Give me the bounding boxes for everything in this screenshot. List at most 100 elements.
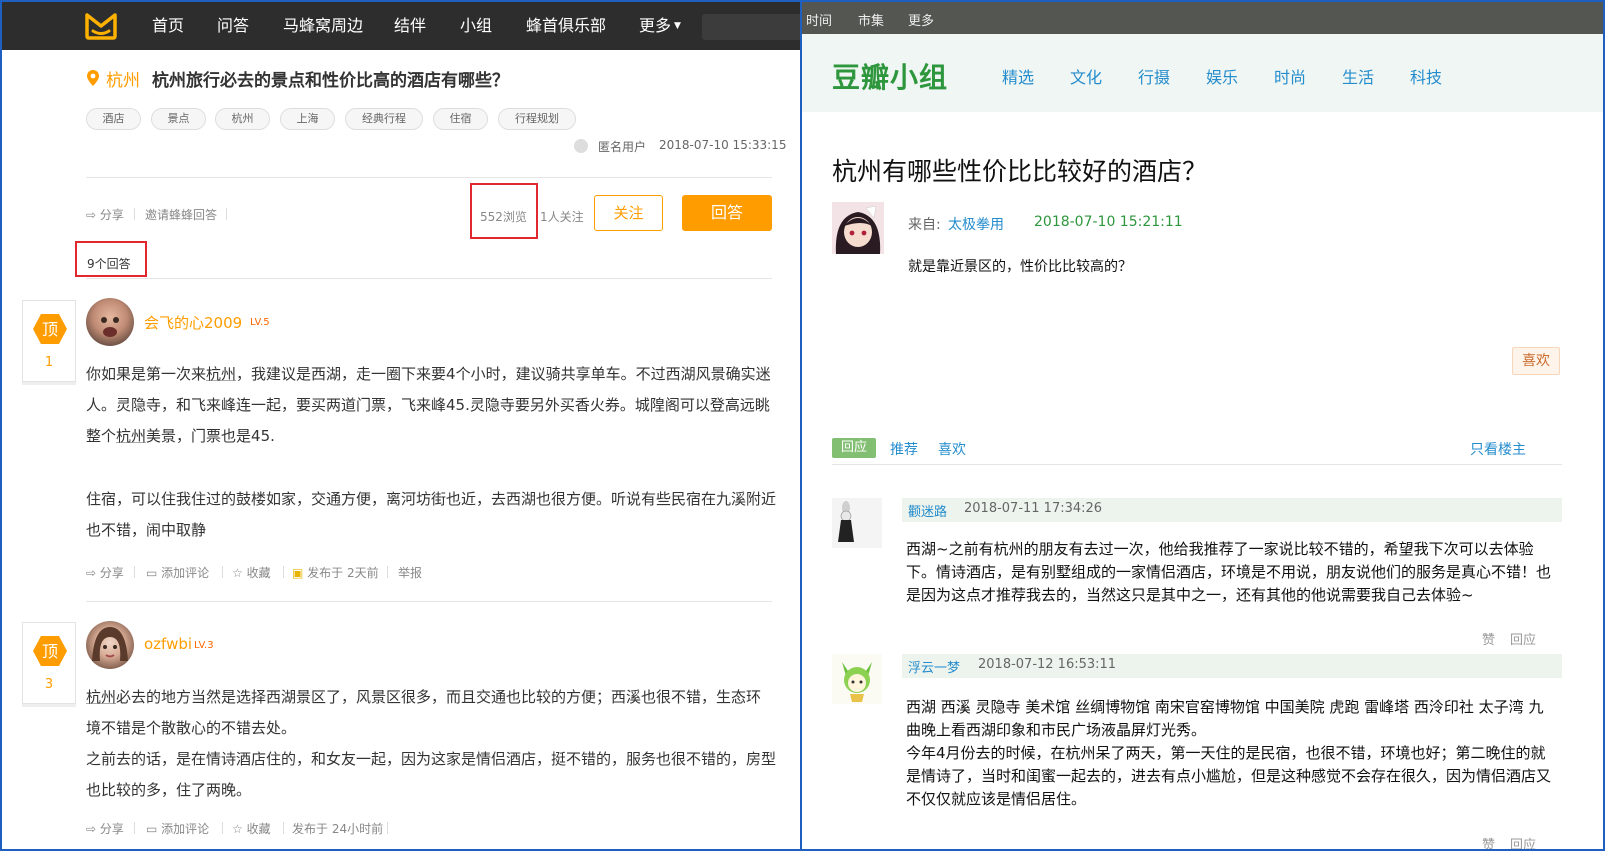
- douban-panel: 时间 市集 更多 豆瓣小组 精选 文化 行摄 娱乐 时尚 生活 科技 杭州有哪些…: [802, 0, 1605, 851]
- upvote-box[interactable]: 顶 1: [22, 300, 76, 382]
- tag-classic-route[interactable]: 经典行程: [345, 108, 423, 130]
- nav-featured[interactable]: 精选: [1002, 64, 1034, 88]
- nav-culture[interactable]: 文化: [1070, 64, 1102, 88]
- nav-photography[interactable]: 行摄: [1138, 64, 1170, 88]
- nav-home[interactable]: 首页: [152, 2, 184, 50]
- comment-text: 今年4月份去的时候，在杭州呆了两天，第一天住的是民宿，也很不错，环境也好；第二晚…: [906, 744, 1552, 808]
- upvote-hexagon-icon: 顶: [33, 314, 67, 344]
- like-comment-link[interactable]: 赞: [1482, 629, 1495, 648]
- anonymous-avatar: [574, 139, 588, 153]
- add-comment-button[interactable]: ▭ 添加评论: [146, 564, 209, 581]
- only-op-link[interactable]: 只看楼主: [1470, 439, 1526, 459]
- question-time: 2018-07-10 15:33:15: [659, 138, 787, 152]
- nav-life[interactable]: 生活: [1342, 64, 1374, 88]
- upvote-count: 1: [44, 355, 54, 370]
- answer-button[interactable]: 回答: [682, 195, 772, 231]
- mafengwo-logo-icon[interactable]: [84, 12, 118, 40]
- tag-hangzhou[interactable]: 杭州: [215, 108, 270, 130]
- share-button[interactable]: ⇨ 分享: [86, 206, 124, 223]
- tag-route-planning[interactable]: 行程规划: [498, 108, 576, 130]
- invite-answer-link[interactable]: 邀请蜂蜂回答: [145, 206, 217, 223]
- author-avatar[interactable]: [832, 202, 884, 254]
- topic-content: 就是靠近景区的，性价比比较高的？: [908, 259, 1132, 275]
- from-label: 来自:: [908, 217, 941, 233]
- divider: [832, 464, 1562, 465]
- favorite-button[interactable]: ☆ 收藏: [232, 820, 271, 837]
- commenter-name[interactable]: 颧迷路: [908, 501, 947, 520]
- location-pin-icon: [87, 70, 99, 86]
- chevron-down-icon[interactable]: ▼: [674, 2, 681, 50]
- upvote-label: 顶: [42, 642, 58, 661]
- share-button[interactable]: ⇨ 分享: [86, 820, 124, 837]
- tag-lodging[interactable]: 住宿: [433, 108, 488, 130]
- author-link[interactable]: 太极拳用: [948, 214, 1004, 234]
- answer-username[interactable]: ozfwbi: [144, 635, 192, 653]
- tab-like[interactable]: 喜欢: [938, 439, 966, 459]
- mafengwo-navbar: 首页 问答 马蜂窝周边 结伴 小组 蜂首俱乐部 更多 ▼: [2, 2, 800, 50]
- search-input[interactable]: [702, 14, 800, 40]
- post-time: ▣ 发布于 2天前: [292, 566, 379, 580]
- nav-tech[interactable]: 科技: [1410, 64, 1442, 88]
- tag-hotel[interactable]: 酒店: [86, 108, 141, 130]
- tab-reply[interactable]: 回应: [832, 438, 876, 458]
- report-link[interactable]: 举报: [398, 564, 422, 581]
- like-button[interactable]: 喜欢: [1512, 347, 1560, 375]
- like-comment-link[interactable]: 赞: [1482, 834, 1495, 849]
- calendar-icon: ▣: [292, 566, 304, 580]
- share-icon: ⇨: [86, 822, 97, 836]
- city-link[interactable]: 杭州: [116, 427, 146, 445]
- favorite-button[interactable]: ☆ 收藏: [232, 564, 271, 581]
- commenter-name[interactable]: 浮云一梦: [908, 657, 960, 676]
- answer-username[interactable]: 会飞的心2009: [144, 312, 242, 333]
- comment-time: 2018-07-11 17:34:26: [964, 501, 1103, 516]
- reply-comment-link[interactable]: 回应: [1510, 834, 1536, 849]
- tab-recommend[interactable]: 推荐: [890, 439, 918, 459]
- city-link[interactable]: 杭州: [86, 688, 116, 706]
- nav-companion[interactable]: 结伴: [394, 2, 426, 50]
- comment-header: 浮云一梦 2018-07-12 16:53:11: [902, 654, 1562, 678]
- add-comment-button[interactable]: ▭ 添加评论: [146, 820, 209, 837]
- nav-qa[interactable]: 问答: [217, 2, 249, 50]
- tag-shanghai[interactable]: 上海: [280, 108, 335, 130]
- nav-fashion[interactable]: 时尚: [1274, 64, 1306, 88]
- upvote-label: 顶: [42, 320, 58, 339]
- star-icon: ☆: [232, 822, 243, 836]
- nav-groups[interactable]: 小组: [460, 2, 492, 50]
- comment-header: 颧迷路 2018-07-11 17:34:26: [902, 498, 1562, 522]
- commenter-avatar[interactable]: [832, 654, 882, 704]
- comment-text: 西湖 西溪 灵隐寺 美术馆 丝绸博物馆 南宋官窑博物馆 中国美院 虎跑 雷峰塔 …: [906, 698, 1544, 739]
- upvote-box[interactable]: 顶 3: [22, 622, 76, 704]
- follower-count[interactable]: 1人关注: [540, 208, 584, 225]
- share-button[interactable]: ⇨ 分享: [86, 564, 124, 581]
- commenter-avatar[interactable]: [832, 498, 882, 548]
- nav-entertainment[interactable]: 娱乐: [1206, 64, 1238, 88]
- answer-count-highlight-box: [75, 241, 147, 277]
- question-title: 杭州旅行必去的景点和性价比高的酒店有哪些？: [152, 71, 509, 91]
- topbar-market[interactable]: 市集: [858, 10, 884, 29]
- comment-icon: ▭: [146, 822, 158, 836]
- comment-icon: ▭: [146, 566, 158, 580]
- share-icon: ⇨: [86, 566, 97, 580]
- topbar-time[interactable]: 时间: [806, 10, 832, 29]
- topbar-more[interactable]: 更多: [908, 10, 934, 29]
- avatar[interactable]: [86, 621, 134, 669]
- follow-button[interactable]: 关注: [594, 195, 663, 231]
- city-link[interactable]: 杭州: [206, 365, 236, 383]
- comment-text: 西湖~之前有杭州的朋友有去过一次，他给我推荐了一家说比较不错的，希望我下次可以去…: [906, 540, 1552, 604]
- avatar[interactable]: [86, 298, 134, 346]
- nav-nearby[interactable]: 马蜂窝周边: [283, 2, 363, 50]
- upvote-count: 3: [44, 677, 54, 692]
- tag-sights[interactable]: 景点: [151, 108, 206, 130]
- douban-header: 豆瓣小组 精选 文化 行摄 娱乐 时尚 生活 科技: [802, 34, 1603, 112]
- share-icon: ⇨: [86, 208, 97, 222]
- answer-paragraph: 住宿，可以住我住过的鼓楼如家，交通方便，离河坊街也近，去西湖也很方便。听说有些民…: [86, 490, 777, 539]
- nav-club[interactable]: 蜂首俱乐部: [526, 2, 606, 50]
- reply-comment-link[interactable]: 回应: [1510, 629, 1536, 648]
- comment-time: 2018-07-12 16:53:11: [978, 657, 1117, 672]
- upvote-hexagon-icon: 顶: [33, 636, 67, 666]
- nav-more[interactable]: 更多: [639, 2, 671, 50]
- answer-paragraph: 你如果是第一次来杭州，我建议是西湖，走一圈下来要4个小时，建议骑共享单车。不过西…: [86, 365, 771, 445]
- douban-group-logo[interactable]: 豆瓣小组: [832, 56, 948, 96]
- user-level-badge: LV.3: [194, 640, 214, 651]
- question-city-link[interactable]: 杭州: [106, 66, 140, 91]
